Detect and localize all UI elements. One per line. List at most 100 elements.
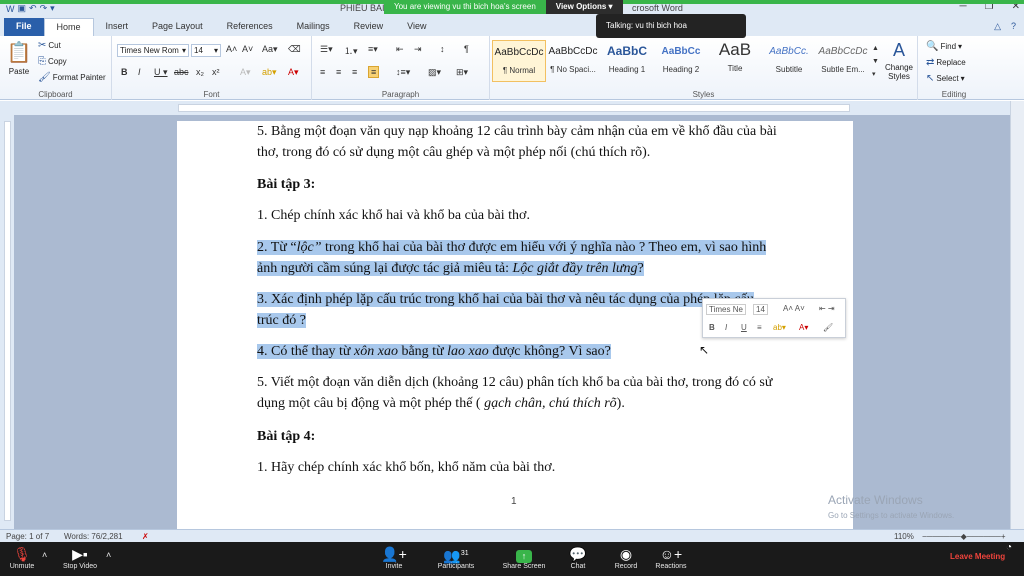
align-left-icon[interactable]: ≡: [320, 67, 325, 77]
bold-icon[interactable]: B: [121, 67, 128, 77]
font-name-combo[interactable]: Times New Rom ▾: [117, 44, 189, 57]
mini-indent-icon[interactable]: ⇤ ⇥: [819, 304, 835, 313]
paragraph-2[interactable]: 1. Chép chính xác khổ hai và khổ ba của …: [257, 205, 777, 226]
sort-icon[interactable]: ↕: [440, 44, 445, 54]
heading-exercise-4[interactable]: Bài tập 4:: [257, 426, 777, 447]
style-subtle-emphasis[interactable]: AaBbCcDc Subtle Em...: [816, 40, 870, 82]
mini-bold-icon[interactable]: B: [709, 323, 715, 332]
paragraph-4[interactable]: 3. Xác định phép lặp cấu trúc trong khổ …: [257, 289, 777, 331]
style-heading-1[interactable]: AaBbC Heading 1: [600, 40, 654, 82]
zoom-level[interactable]: 110%: [894, 532, 914, 541]
tab-file[interactable]: File: [4, 18, 44, 36]
clear-formatting-icon[interactable]: ⌫: [288, 44, 301, 55]
tab-view[interactable]: View: [395, 18, 438, 36]
invite-button[interactable]: 👤+ Invite: [378, 545, 410, 570]
mini-font-name[interactable]: Times Ne: [706, 304, 746, 315]
copy-button[interactable]: ⎘ Copy: [38, 56, 67, 67]
horizontal-ruler[interactable]: [0, 101, 1024, 115]
replace-button[interactable]: ⇄ Replace: [926, 57, 966, 68]
paragraph-1[interactable]: 5. Bằng một đoạn văn quy nạp khoảng 12 c…: [257, 121, 777, 163]
change-styles-button[interactable]: A Change Styles: [882, 40, 916, 81]
underline-icon[interactable]: U ▾: [154, 67, 168, 78]
multilevel-list-icon[interactable]: ≡▾: [368, 44, 378, 55]
mini-font-size[interactable]: 14: [753, 304, 768, 315]
tab-home[interactable]: Home: [43, 18, 94, 36]
meeting-info-icon[interactable]: ◔: [1006, 542, 1012, 553]
select-button[interactable]: ↖ Select ▾: [926, 73, 965, 84]
superscript-icon[interactable]: x²: [212, 67, 220, 77]
mini-center-icon[interactable]: ≡: [757, 323, 762, 332]
video-options-chevron-icon[interactable]: ˄: [106, 550, 111, 560]
vertical-ruler[interactable]: [0, 115, 14, 529]
style-title[interactable]: AaB Title: [708, 40, 762, 82]
save-icon[interactable]: ▣: [18, 3, 27, 14]
italic-icon[interactable]: I: [138, 67, 141, 77]
undo-icon[interactable]: ↶: [29, 3, 37, 14]
paragraph-7[interactable]: 1. Hãy chép chính xác khổ bốn, khổ năm c…: [257, 457, 777, 478]
view-options-button[interactable]: View Options ▾: [545, 0, 623, 14]
redo-icon[interactable]: ↷: [40, 3, 48, 14]
audio-options-chevron-icon[interactable]: ˄: [42, 550, 47, 560]
customize-qat-icon[interactable]: ▾: [50, 3, 55, 14]
heading-exercise-3[interactable]: Bài tập 3:: [257, 174, 777, 195]
show-formatting-icon[interactable]: ¶: [464, 44, 469, 54]
mini-format-painter-icon[interactable]: 🖌: [823, 323, 833, 332]
increase-indent-icon[interactable]: ⇥: [414, 44, 422, 55]
reactions-button[interactable]: ☺+ Reactions: [650, 545, 692, 570]
mini-font-color-icon[interactable]: A▾: [799, 323, 808, 332]
find-button[interactable]: 🔍 Find ▾: [926, 41, 962, 52]
strikethrough-icon[interactable]: abc: [174, 67, 189, 77]
minimize-ribbon-icon[interactable]: △: [994, 21, 1001, 32]
mini-italic-icon[interactable]: I: [725, 323, 727, 332]
help-icon[interactable]: ?: [1011, 21, 1016, 32]
shading-icon[interactable]: ▨▾: [428, 67, 441, 78]
mini-underline-icon[interactable]: U: [741, 323, 747, 332]
share-screen-button[interactable]: ↑ Share Screen: [496, 545, 552, 570]
tab-page-layout[interactable]: Page Layout: [140, 18, 215, 36]
stop-video-button[interactable]: ▶▪ Stop Video: [56, 545, 104, 570]
cut-button[interactable]: ✂ Cut: [38, 40, 61, 51]
font-color-icon[interactable]: A▾: [288, 67, 299, 78]
borders-icon[interactable]: ⊞▾: [456, 67, 468, 78]
tab-insert[interactable]: Insert: [94, 18, 141, 36]
change-case-icon[interactable]: Aa▾: [262, 44, 278, 55]
record-button[interactable]: ◉ Record: [608, 545, 644, 570]
styles-scroll-icon[interactable]: ▲ ▼ ▾: [872, 42, 879, 81]
text-effects-icon[interactable]: A▾: [240, 67, 251, 78]
tab-mailings[interactable]: Mailings: [285, 18, 342, 36]
align-right-icon[interactable]: ≡: [352, 67, 357, 77]
paragraph-3[interactable]: 2. Từ “lộc” trong khổ hai của bài thơ đư…: [257, 237, 777, 279]
bullets-icon[interactable]: ☰▾: [320, 44, 333, 55]
align-center-icon[interactable]: ≡: [336, 67, 341, 77]
justify-icon[interactable]: ≡: [368, 66, 380, 78]
format-painter-button[interactable]: 🖌 Format Painter: [38, 72, 106, 83]
paragraph-6[interactable]: 5. Viết một đoạn văn diễn dịch (khoảng 1…: [257, 372, 777, 414]
tab-references[interactable]: References: [215, 18, 285, 36]
proofing-icon[interactable]: ✗: [142, 532, 149, 541]
chat-button[interactable]: 💬 Chat: [564, 545, 592, 570]
tab-review[interactable]: Review: [342, 18, 396, 36]
paste-button[interactable]: 📋 Paste: [6, 40, 32, 76]
numbering-icon[interactable]: ⒈▾: [344, 44, 358, 57]
unmute-button[interactable]: 🎙 Unmute: [4, 545, 40, 570]
highlight-icon[interactable]: ab▾: [262, 67, 277, 78]
style-subtitle[interactable]: AaBbCc. Subtitle: [762, 40, 816, 82]
leave-meeting-button[interactable]: Leave Meeting: [950, 552, 1005, 561]
zoom-slider[interactable]: −──────◆──────+: [922, 532, 1006, 541]
word-icon[interactable]: W: [6, 4, 15, 14]
decrease-indent-icon[interactable]: ⇤: [396, 44, 404, 55]
font-size-combo[interactable]: 14 ▾: [191, 44, 221, 57]
mini-highlight-icon[interactable]: ab▾: [773, 323, 786, 332]
page-count[interactable]: Page: 1 of 7: [6, 532, 49, 541]
style-normal[interactable]: AaBbCcDc ¶ Normal: [492, 40, 546, 82]
style-heading-2[interactable]: AaBbCc Heading 2: [654, 40, 708, 82]
mini-grow-font-icon[interactable]: A˄ A˅: [783, 304, 805, 313]
grow-font-icon[interactable]: A˄: [226, 44, 237, 54]
subscript-icon[interactable]: x₂: [196, 67, 204, 77]
participants-button[interactable]: 👥31 Participants: [430, 545, 482, 570]
style-no-spacing[interactable]: AaBbCcDc ¶ No Spaci...: [546, 40, 600, 82]
vertical-scrollbar[interactable]: [1010, 101, 1024, 529]
shrink-font-icon[interactable]: A˅: [242, 44, 253, 54]
word-count[interactable]: Words: 76/2,281: [64, 532, 123, 541]
line-spacing-icon[interactable]: ↕≡▾: [396, 67, 410, 78]
